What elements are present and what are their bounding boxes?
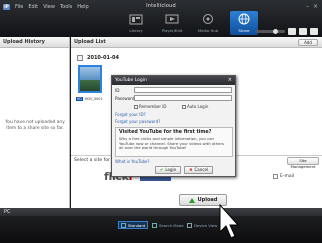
mouse-cursor-icon [219,204,240,239]
empty-history-text: You have not uploaded any item to a shar… [5,120,65,131]
title-bar: IP File Edit View Tools Help Intelliclou… [0,0,322,37]
film-icon [165,14,179,24]
share-globe-icon [238,13,250,25]
what-is-youtube-link[interactable]: What is YouTube? [115,159,150,164]
date-group-checkbox[interactable] [77,55,83,61]
library-icon [129,14,143,25]
site-management-button[interactable]: Site Management [287,157,319,169]
tab-library[interactable]: Library [122,11,150,35]
cancel-button[interactable]: ✖ Cancel [184,166,214,174]
info-heading: Visited YouTube for the first time? [119,130,212,135]
thumbnail-filename: HDV_0001 [84,97,103,101]
upload-arrow-icon [188,197,195,203]
tab-share[interactable]: Share [230,11,258,35]
pc-label: PC [4,209,11,215]
dialog-close-icon[interactable]: × [228,77,232,83]
tab-player-edit-label: Player/Edit [161,28,183,33]
app-title: Intellicloud [146,3,176,9]
auto-login-checkbox[interactable]: Auto Login [182,104,208,109]
date-group-label: 2010-01-04 [87,55,119,61]
bottom-toolbar: Standard Search Mode Device View [0,216,322,243]
view-mode-button[interactable] [288,28,296,35]
tab-player-edit[interactable]: Player/Edit [158,11,186,35]
list-view-button[interactable] [299,28,307,35]
email-option[interactable]: E-mail [273,174,294,179]
upload-list-header: Upload List [71,37,322,48]
password-label: Password [115,96,135,101]
add-button[interactable]: Add [298,39,318,46]
tab-media-hub[interactable]: Media Hub [194,11,222,35]
cancel-x-icon: ✖ [189,167,193,172]
search-mode-button[interactable]: Search Mode [152,221,184,229]
window-controls: – × [306,3,318,10]
hd-badge: HD [76,97,83,101]
grid-view-button[interactable] [310,28,318,35]
media-hub-icon [203,14,213,24]
youtube-login-dialog: YouTube Login × ID Password Remember ID … [111,75,236,177]
email-checkbox[interactable] [273,174,278,179]
tab-library-label: Library [129,28,143,33]
close-window-icon[interactable]: × [313,3,318,10]
password-input[interactable] [134,95,232,101]
view-tools [255,28,318,35]
forgot-password-link[interactable]: Forgot your password? [115,119,160,124]
upload-history-header: Upload History [0,37,69,48]
zoom-slider[interactable] [255,29,285,34]
standard-mode-icon [121,222,126,228]
dialog-title: YouTube Login [112,76,235,85]
video-thumbnail[interactable] [78,65,102,93]
device-view-button[interactable]: Device View [187,221,217,229]
dialog-buttons: ✔ Login ✖ Cancel [155,166,214,174]
id-input[interactable] [134,87,232,93]
info-text: Why a free clicks and simple information… [119,136,225,151]
tab-share-label: Share [238,28,250,33]
remember-id-checkbox[interactable]: Remember ID [134,104,167,109]
check-icon: ✔ [160,167,164,172]
standard-mode-button[interactable]: Standard [118,221,149,229]
minimize-icon[interactable]: – [306,3,309,10]
upload-history-panel: Upload History You have not uploaded any… [0,37,70,208]
date-group: 2010-01-04 [77,55,119,61]
pc-bar[interactable]: PC [0,208,322,216]
search-mode-icon [152,222,157,228]
forgot-id-link[interactable]: Forgot your ID? [115,112,146,117]
device-view-icon [187,222,192,228]
thumbnail-caption: HD HDV_0001 [76,97,103,101]
login-button[interactable]: ✔ Login [155,166,182,174]
email-label: E-mail [280,174,295,179]
first-time-info: Visited YouTube for the first time? Why … [115,127,233,157]
upload-button-label: Upload [197,197,218,203]
id-label: ID [115,88,120,93]
tab-media-hub-label: Media Hub [197,28,219,33]
